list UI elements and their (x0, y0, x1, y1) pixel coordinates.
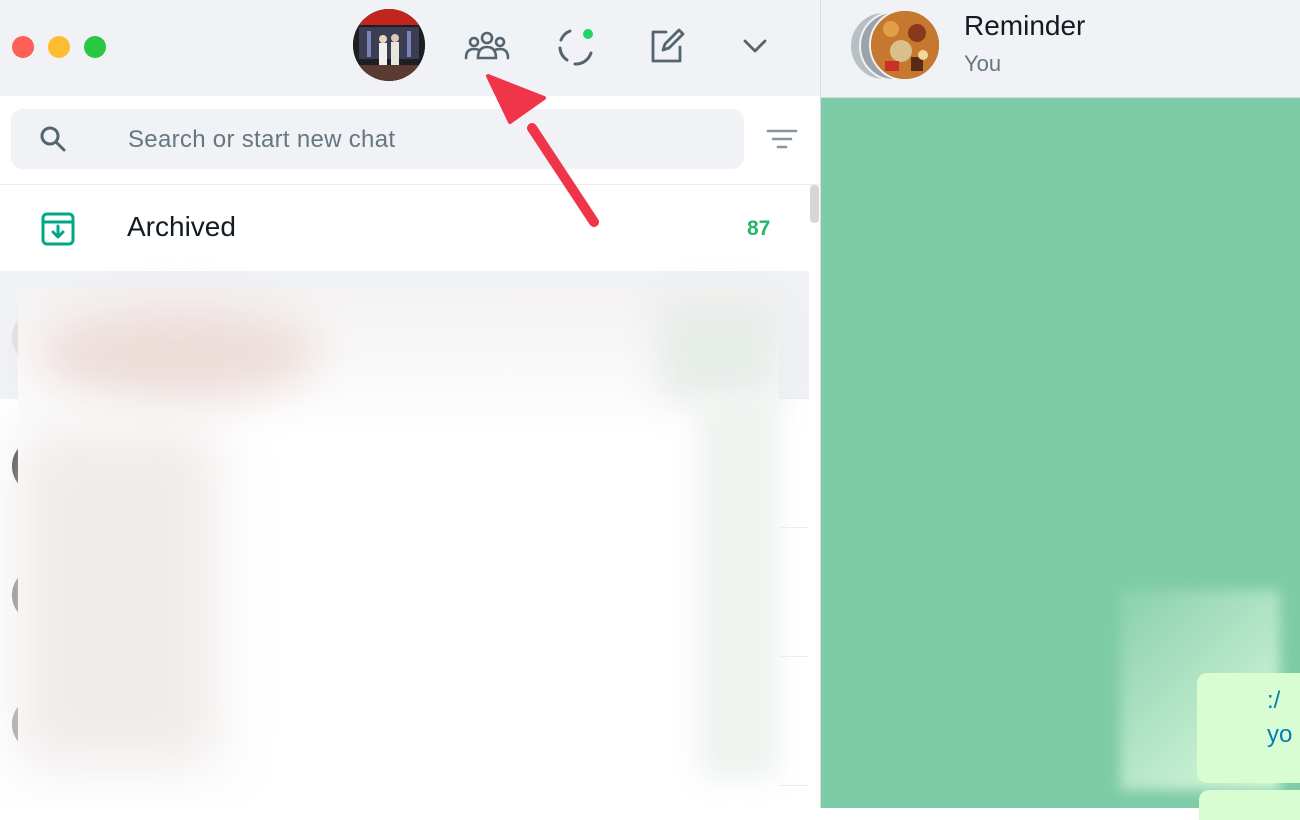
archived-count-badge: 87 (747, 217, 771, 240)
archive-box-icon (41, 212, 75, 246)
close-window-button[interactable] (12, 36, 34, 58)
communities-button[interactable] (463, 22, 511, 70)
status-icon (558, 29, 593, 66)
conversation-title: Reminder (964, 10, 1086, 41)
message-link-fragment[interactable]: yo (1267, 721, 1292, 749)
blur-patch (658, 298, 778, 398)
communities-icon (464, 31, 510, 60)
filter-icon[interactable] (764, 124, 800, 154)
chat-list-scrollbar[interactable] (809, 185, 820, 808)
redaction-blur (18, 288, 779, 786)
conversation-pane: Reminder You :/ yo (821, 0, 1300, 820)
archived-row[interactable]: Archived 87 (0, 185, 809, 270)
status-button[interactable] (552, 22, 600, 70)
conversation-subtitle: You (964, 51, 1002, 76)
chat-list-pane: Archived 87 (0, 0, 820, 808)
new-chat-icon (651, 28, 685, 63)
chevron-down-icon (743, 39, 767, 53)
chat-list: Archived 87 (0, 185, 809, 808)
blur-patch (18, 428, 218, 768)
message-bubble[interactable]: :/ yo (1197, 673, 1300, 783)
blur-patch (698, 398, 778, 778)
chat-avatar-image-icon (871, 11, 939, 79)
message-bubble[interactable] (1199, 790, 1300, 820)
new-chat-button[interactable] (642, 22, 690, 70)
search-input[interactable] (126, 109, 730, 171)
menu-button[interactable] (731, 22, 779, 70)
search-box[interactable] (11, 109, 744, 171)
profile-photo-icon (353, 9, 425, 81)
search-icon (40, 126, 66, 152)
scrollbar-thumb[interactable] (810, 185, 819, 223)
minimize-window-button[interactable] (48, 36, 70, 58)
conversation-header[interactable]: Reminder You (821, 0, 1300, 98)
blur-patch (38, 308, 318, 398)
search-bar (0, 96, 820, 185)
profile-avatar[interactable] (353, 9, 425, 81)
chat-avatar (869, 9, 941, 81)
left-header (0, 0, 820, 96)
zoom-window-button[interactable] (84, 36, 106, 58)
archived-label: Archived (127, 211, 236, 242)
message-link-fragment[interactable]: :/ (1267, 687, 1280, 715)
